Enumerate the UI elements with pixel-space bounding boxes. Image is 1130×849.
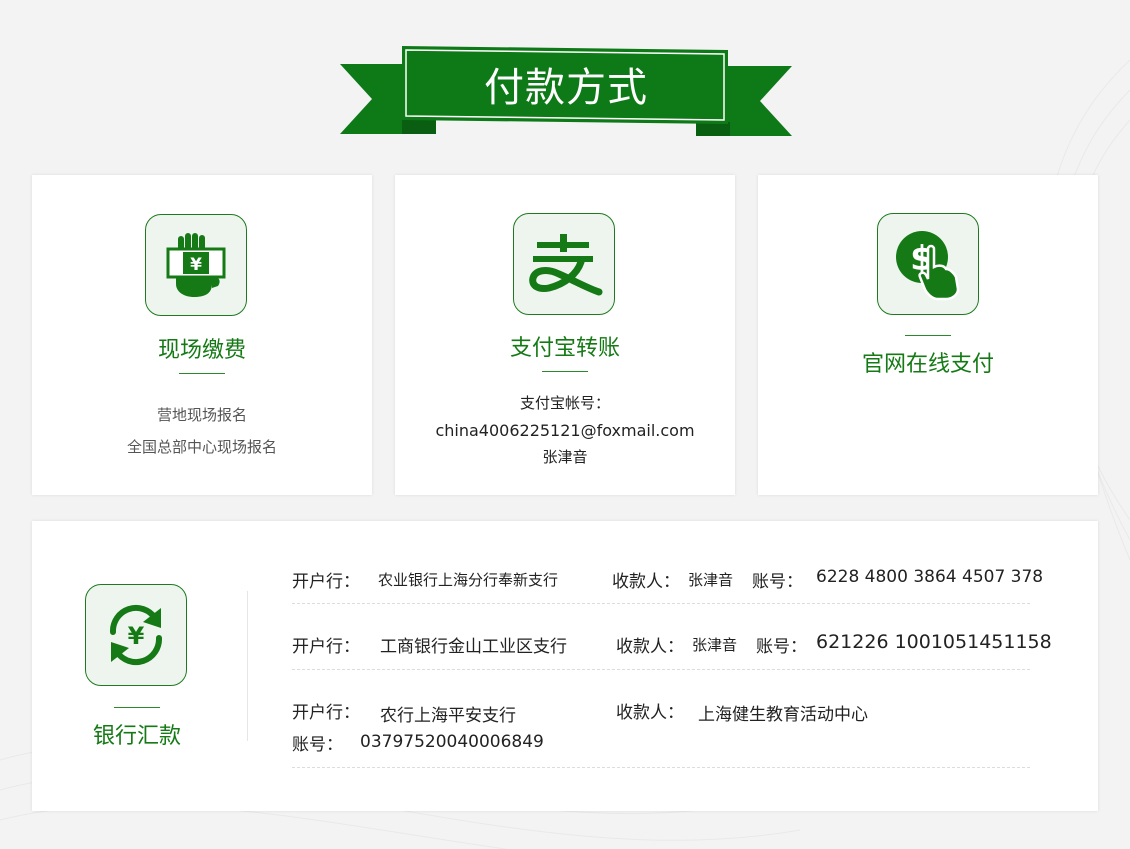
bank-name: 农业银行上海分行奉新支行 — [378, 571, 559, 589]
card-title-online: 官网在线支付 — [861, 352, 994, 377]
vertical-separator — [247, 591, 248, 741]
title-divider — [114, 707, 160, 708]
bank-name: 工商银行金山工业区支行 — [380, 637, 567, 657]
cash-hand-icon: ¥ — [145, 214, 247, 316]
card-title-onsite: 现场缴费 — [157, 338, 246, 363]
account-label: 账号： — [752, 572, 803, 592]
payee-name: 上海健生教育活动中心 — [698, 705, 868, 725]
payee-name: 张津音 — [692, 636, 738, 654]
bank-name: 农行上海平安支行 — [380, 706, 516, 726]
payment-card-onsite: ¥ 现场缴费 营地现场报名 全国总部中心现场报名 — [32, 175, 372, 495]
dollar-click-icon: $ — [877, 213, 979, 315]
payee-name: 张津音 — [688, 571, 734, 589]
account-number: 03797520040006849 — [360, 732, 544, 752]
payment-card-online: $ 官网在线支付 — [758, 175, 1098, 495]
account-number: 621226 1001051451158 — [816, 631, 1052, 653]
bank-label: 开户行： — [292, 637, 360, 657]
account-label: 账号： — [292, 735, 343, 755]
title-divider — [179, 373, 225, 374]
alipay-account-label: 支付宝帐号： — [519, 394, 610, 412]
payee-label: 收款人： — [616, 637, 684, 657]
alipay-icon — [513, 213, 615, 315]
card-line: 营地现场报名 — [156, 406, 247, 424]
page-title: 付款方式 — [484, 65, 648, 111]
payment-card-bank: ¥ 银行汇款 开户行： 农业银行上海分行奉新支行 收款人： 张津音 账号： 62… — [32, 521, 1098, 811]
alipay-account-email: china4006225121@foxmail.com — [435, 421, 695, 440]
card-line: 全国总部中心现场报名 — [126, 438, 277, 456]
account-number: 6228 4800 3864 4507 378 — [816, 567, 1044, 587]
bank-label: 开户行： — [292, 703, 360, 723]
payment-card-alipay: 支付宝转账 支付宝帐号： china4006225121@foxmail.com… — [395, 175, 735, 495]
row-divider — [292, 669, 1030, 670]
bank-label: 开户行： — [292, 572, 360, 592]
row-divider — [292, 767, 1030, 768]
card-title-alipay: 支付宝转账 — [509, 336, 620, 361]
account-label: 账号： — [756, 637, 807, 657]
title-divider — [542, 371, 588, 372]
alipay-account-name: 张津音 — [542, 448, 588, 466]
payee-label: 收款人： — [616, 703, 684, 723]
svg-text:¥: ¥ — [128, 622, 145, 650]
svg-text:¥: ¥ — [190, 255, 202, 275]
yen-exchange-icon: ¥ — [85, 584, 187, 686]
title-divider — [905, 335, 951, 336]
payee-label: 收款人： — [612, 572, 680, 592]
row-divider — [292, 603, 1030, 604]
card-title-bank: 银行汇款 — [92, 724, 181, 749]
